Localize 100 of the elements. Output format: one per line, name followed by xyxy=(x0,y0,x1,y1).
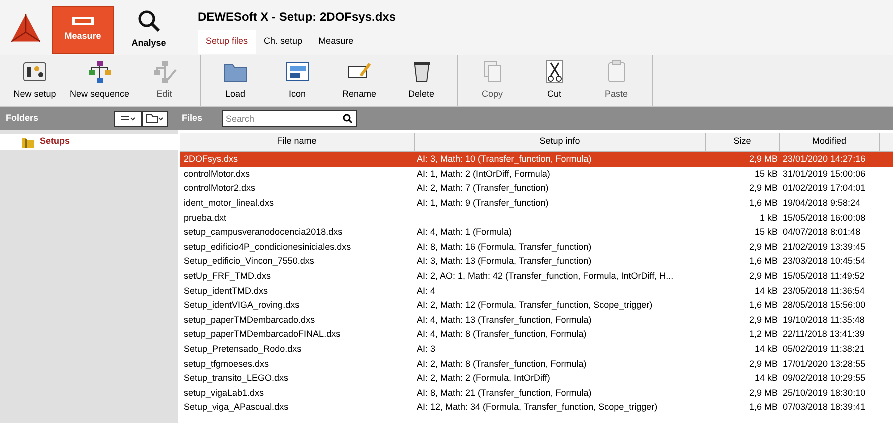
table-cell-text: Setup_identTMD.dxs xyxy=(183,284,270,298)
table-cell-text: 23/03/2018 10:45:54 xyxy=(782,255,867,268)
table-cell-text: 2,9 MB xyxy=(748,386,779,400)
table-cell-text: AI: 3, Math: 10 (Transfer_function, Formula) xyxy=(416,153,593,166)
table-cell-text: 1,2 MB xyxy=(748,328,779,342)
list-icon xyxy=(120,114,136,122)
tab[interactable]: Ch. setup xyxy=(256,30,311,54)
folder-icon xyxy=(146,114,164,124)
table-row[interactable]: setup_edificio4P_condicionesiniciales.dxs AI: 8, Math: 16 (Formula, Transfer_function) 2,9 MB 21/02/2019 13:39:45 xyxy=(180,240,893,254)
folder-icon xyxy=(22,136,34,148)
toolbar-button[interactable]: Icon xyxy=(268,55,327,106)
table-cell-text: AI: 3, Math: 13 (Formula, Transfer_function) xyxy=(416,255,593,268)
table-row[interactable]: ident_motor_lineal.dxs AI: 1, Math: 9 (Transfer_function) 1,6 MB 19/04/2018 9:58:24 xyxy=(180,196,893,210)
table-cell-text: 14 kB xyxy=(754,343,779,356)
table-cell-text: 19/04/2018 9:58:24 xyxy=(782,197,862,210)
table-cell-text: 2DOFsys.dxs xyxy=(183,153,240,166)
tab[interactable]: Measure xyxy=(310,30,362,54)
folder-dropdown[interactable] xyxy=(142,110,168,126)
column-header[interactable]: Setup info xyxy=(415,133,706,151)
table-cell-text: 2,9 MB xyxy=(748,153,779,166)
table-row[interactable]: Setup_Pretensado_Rodo.dxs AI: 3 14 kB 05/02/2019 11:38:21 xyxy=(180,342,893,356)
mode-button[interactable]: Measure xyxy=(52,6,114,54)
table-cell-text: 2,9 MB xyxy=(748,314,779,327)
table-cell-text: 1,6 MB xyxy=(748,299,779,312)
table-cell-text: AI: 4 xyxy=(416,284,437,298)
table-cell-text: 04/07/2018 8:01:48 xyxy=(782,226,862,240)
table-row[interactable]: controlMotor2.dxs AI: 2, Math: 7 (Transfer_function) 2,9 MB 01/02/2019 17:04:01 xyxy=(180,181,893,196)
table-cell-text: AI: 8, Math: 16 (Formula, Transfer_function) xyxy=(416,240,593,254)
flowchart-edit-icon xyxy=(152,60,178,84)
table-cell-text: 01/02/2019 17:04:01 xyxy=(782,182,867,196)
table-cell-text: 19/10/2018 11:35:48 xyxy=(782,314,866,327)
table-cell-text: 2,9 MB xyxy=(748,270,779,284)
table-cell-text: 2,9 MB xyxy=(748,358,779,371)
toolbar-button[interactable]: New sequence xyxy=(68,55,132,106)
search-icon xyxy=(137,9,161,34)
table-cell-text: 14 kB xyxy=(754,284,779,298)
toolbar-button[interactable]: Load xyxy=(206,55,265,106)
table-row[interactable]: setUp_FRF_TMD.dxs AI: 2, AO: 1, Math: 42 (Transfer_function, Formula, IntOrDiff, H... 2,9 MB 15/05/2018 11:49:52 xyxy=(180,268,893,284)
folder-item[interactable]: Setups xyxy=(0,134,178,150)
table-row[interactable]: setup_tfgmoeses.dxs AI: 2, Math: 8 (Transfer_function, Formula) 2,9 MB 17/01/2020 13:28:55 xyxy=(180,356,893,371)
toolbar-button[interactable]: Cut xyxy=(526,55,584,106)
toolbar-button[interactable]: Delete xyxy=(392,55,451,106)
sort-dropdown[interactable] xyxy=(114,110,142,126)
window-title: DEWESoft X - Setup: 2DOFsys.dxs xyxy=(198,9,396,26)
table-cell-text: setup_campusveranodocencia2018.dxs xyxy=(183,226,344,240)
table-cell-text: AI: 1, Math: 2 (IntOrDiff, Formula) xyxy=(416,168,552,181)
table-row[interactable]: setup_paperTMDembarcadoFINAL.dxs AI: 4, Math: 8 (Transfer_function, Formula) 1,2 MB 22/11/2018 13:41:39 xyxy=(180,327,893,342)
table-cell-text: AI: 4, Math: 13 (Transfer_function, Formula) xyxy=(416,314,593,327)
table-cell-text: 05/02/2019 11:38:21 xyxy=(782,343,866,356)
table-row[interactable]: Setup_identTMD.dxs AI: 4 14 kB 23/05/2018 11:36:54 xyxy=(180,283,893,298)
table-row[interactable]: controlMotor.dxs AI: 1, Math: 2 (IntOrDiff, Formula) 15 kB 31/01/2019 15:00:06 xyxy=(180,166,893,182)
column-header[interactable]: Size xyxy=(706,133,780,151)
table-cell-text: AI: 2, Math: 2 (Formula, IntOrDiff) xyxy=(416,372,552,386)
column-header[interactable]: File name xyxy=(180,133,415,151)
setup-icon xyxy=(22,60,48,84)
table-cell-text: 2,9 MB xyxy=(748,240,779,254)
search-field[interactable]: Search xyxy=(222,110,357,127)
table-cell-text: 14 kB xyxy=(754,372,779,386)
table-row[interactable]: 2DOFsys.dxs AI: 3, Math: 10 (Transfer_function, Formula) 2,9 MB 23/01/2020 14:27:16 xyxy=(180,152,893,167)
table-row[interactable]: Setup_viga_APascual.dxs AI: 12, Math: 34 (Formula, Transfer_function, Scope_trigger) 1,6 MB 07/03/2018 18:39:41 xyxy=(180,400,893,415)
table-cell-text: Setup_Pretensado_Rodo.dxs xyxy=(183,343,303,356)
table-row[interactable]: Setup_identVIGA_roving.dxs AI: 2, Math: 12 (Formula, Transfer_function, Scope_trigger) 1,6 MB 28/05/2018 15:56:00 xyxy=(180,298,893,313)
panel-label: Folders xyxy=(6,112,40,125)
table-cell-text: 15 kB xyxy=(754,226,779,240)
table-cell-text: AI: 2, Math: 7 (Transfer_function) xyxy=(416,182,550,196)
table-cell-text: AI: 2, Math: 12 (Formula, Transfer_function, Scope_trigger) xyxy=(416,299,654,312)
table-cell-text: 09/02/2018 10:29:55 xyxy=(782,372,867,386)
tab[interactable]: Setup files xyxy=(198,30,256,54)
table-cell-text: AI: 8, Math: 21 (Transfer_function, Formula) xyxy=(416,386,593,400)
table-row[interactable]: prueba.dxt 1 kB 15/05/2018 16:00:08 xyxy=(180,210,893,225)
table-cell-text: 21/02/2019 13:39:45 xyxy=(782,240,867,254)
toolbar-button[interactable]: New setup xyxy=(6,55,64,106)
toolbar-button[interactable]: Rename xyxy=(330,55,389,106)
table-cell-text: 31/01/2019 15:00:06 xyxy=(782,168,867,181)
table-cell-text: setUp_FRF_TMD.dxs xyxy=(183,270,272,284)
table-cell-text: prueba.dxt xyxy=(183,212,228,225)
table-cell-text: AI: 2, Math: 8 (Transfer_function, Formula) xyxy=(416,358,588,371)
table-cell-text: Setup_viga_APascual.dxs xyxy=(183,401,290,414)
table-row[interactable]: setup_paperTMDembarcado.dxs AI: 4, Math: 13 (Transfer_function, Formula) 2,9 MB 19/10/2018 11:35:48 xyxy=(180,312,893,328)
search-icon xyxy=(343,114,353,124)
table-row[interactable]: setup_campusveranodocencia2018.dxs AI: 4, Math: 1 (Formula) 15 kB 04/07/2018 8:01:48 xyxy=(180,224,893,240)
table-row[interactable]: setup_vigaLab1.dxs AI: 8, Math: 21 (Transfer_function, Formula) 2,9 MB 25/10/2019 18:30:10 xyxy=(180,386,893,400)
table-cell-text: 15/05/2018 16:00:08 xyxy=(782,212,867,225)
table-cell-text: 07/03/2018 18:39:41 xyxy=(782,401,867,414)
table-cell-text: 22/11/2018 13:41:39 xyxy=(782,328,866,342)
table-cell-text: controlMotor.dxs xyxy=(183,168,252,181)
table-cell-text: AI: 12, Math: 34 (Formula, Transfer_function, Scope_trigger) xyxy=(416,401,659,414)
table-cell-text: controlMotor2.dxs xyxy=(183,182,257,196)
mode-button[interactable]: Analyse xyxy=(118,6,180,54)
table-cell-text: setup_tfgmoeses.dxs xyxy=(183,358,270,371)
table-cell-text: 1,6 MB xyxy=(748,255,779,268)
flowchart-icon xyxy=(86,60,113,84)
column-header[interactable]: Modified xyxy=(780,133,880,151)
image-icon xyxy=(284,60,311,84)
table-cell-text: AI: 1, Math: 9 (Transfer_function) xyxy=(416,197,550,210)
table-cell-text: 1 kB xyxy=(758,212,779,225)
table-cell-text: 17/01/2020 13:28:55 xyxy=(782,358,867,371)
table-row[interactable]: Setup_edificio_Vincon_7550.dxs AI: 3, Math: 13 (Formula, Transfer_function) 1,6 MB 23/03/2018 10:45:54 xyxy=(180,254,893,269)
table-row[interactable]: Setup_transito_LEGO.dxs AI: 2, Math: 2 (Formula, IntOrDiff) 14 kB 09/02/2018 10:29:55 xyxy=(180,370,893,386)
table-cell-text: 23/01/2020 14:27:16 xyxy=(782,153,867,166)
